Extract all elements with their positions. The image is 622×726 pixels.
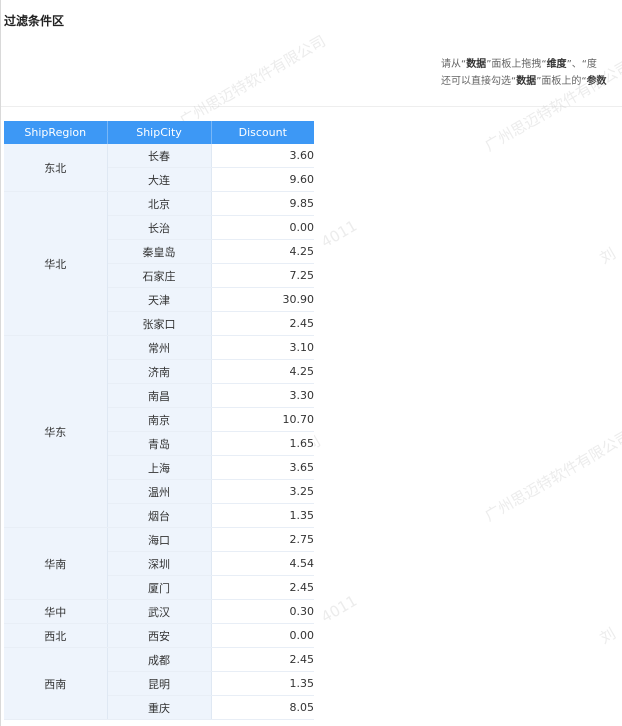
column-header-discount[interactable]: Discount: [211, 121, 314, 144]
table-row: 华东 常州 3.10: [4, 335, 314, 528]
city-cell[interactable]: 青岛: [107, 431, 212, 456]
city-cell[interactable]: 厦门: [107, 575, 212, 600]
discount-cell[interactable]: 9.60: [211, 167, 314, 192]
region-cell[interactable]: 华东: [4, 335, 108, 528]
discount-cell[interactable]: 1.65: [211, 431, 314, 456]
city-cell[interactable]: 温州: [107, 479, 212, 504]
city-cell[interactable]: 大连: [107, 167, 212, 192]
city-cell[interactable]: 天津: [107, 287, 212, 312]
city-cell[interactable]: 长治: [107, 215, 212, 240]
city-cell[interactable]: 南昌: [107, 383, 212, 408]
discount-cell[interactable]: 4.25: [211, 359, 314, 384]
region-cell[interactable]: 华中: [4, 599, 108, 624]
hint-line-2: 还可以直接勾选“数据”面板上的“参数: [441, 76, 607, 87]
discount-cell[interactable]: 4.25: [211, 239, 314, 264]
table-row: 西北 西安 0.00: [4, 623, 314, 648]
filter-divider: [1, 106, 622, 107]
left-border: [0, 0, 1, 726]
city-cell[interactable]: 张家口: [107, 311, 212, 336]
hint-line-1: 请从“数据”面板上拖拽“维度”、“度: [441, 59, 597, 70]
city-cell[interactable]: 上海: [107, 455, 212, 480]
city-cell[interactable]: 深圳: [107, 551, 212, 576]
discount-cell[interactable]: 7.25: [211, 263, 314, 288]
city-cell[interactable]: 昆明: [107, 671, 212, 696]
region-cell[interactable]: 华北: [4, 191, 108, 336]
region-cell[interactable]: 东北: [4, 144, 108, 192]
region-cell[interactable]: 华南: [4, 527, 108, 600]
table-row: 华北 北京 9.85: [4, 191, 314, 336]
city-cell[interactable]: 武汉: [107, 599, 212, 624]
table-body: 东北 长春 3.60 大连 9.60 华北 北京 9.85 长治 0.00 秦皇岛 4.25 石家庄 7.…: [4, 144, 314, 720]
city-cell[interactable]: 济南: [107, 359, 212, 384]
discount-cell[interactable]: 0.30: [211, 599, 314, 624]
filter-area-title: 过滤条件区: [4, 14, 65, 28]
watermark: 广州思迈特软件有限公司: [176, 31, 329, 130]
city-cell[interactable]: 北京: [107, 191, 212, 216]
watermark: 4011: [318, 591, 361, 627]
city-cell[interactable]: 长春: [107, 144, 212, 168]
discount-cell[interactable]: 10.70: [211, 407, 314, 432]
city-cell[interactable]: 成都: [107, 647, 212, 672]
city-cell[interactable]: 秦皇岛: [107, 239, 212, 264]
watermark: 刘: [596, 244, 619, 268]
discount-cell[interactable]: 1.35: [211, 671, 314, 696]
watermark: 4011: [318, 216, 361, 252]
city-cell[interactable]: 重庆: [107, 695, 212, 720]
discount-cell[interactable]: 1.35: [211, 503, 314, 528]
city-cell[interactable]: 西安: [107, 623, 212, 648]
region-cell[interactable]: 西北: [4, 623, 108, 648]
discount-cell[interactable]: 4.54: [211, 551, 314, 576]
table-row: 华南 海口 2.75: [4, 527, 314, 600]
table-row: 东北 长春 3.60: [4, 144, 314, 192]
city-cell[interactable]: 常州: [107, 335, 212, 360]
discount-cell[interactable]: 30.90: [211, 287, 314, 312]
watermark: 广州思迈特软件有限公司: [481, 426, 622, 525]
discount-cell[interactable]: 9.85: [211, 191, 314, 216]
city-cell[interactable]: 烟台: [107, 503, 212, 528]
discount-cell[interactable]: 3.25: [211, 479, 314, 504]
column-header-shipregion[interactable]: ShipRegion: [4, 121, 108, 144]
discount-cell[interactable]: 2.45: [211, 647, 314, 672]
discount-cell[interactable]: 0.00: [211, 623, 314, 648]
data-table: ShipRegion ShipCity Discount 东北 长春 3.60 大连 9…: [4, 121, 314, 720]
discount-cell[interactable]: 3.10: [211, 335, 314, 360]
discount-cell[interactable]: 2.75: [211, 527, 314, 552]
table-header-row: ShipRegion ShipCity Discount: [4, 121, 314, 144]
discount-cell[interactable]: 0.00: [211, 215, 314, 240]
discount-cell[interactable]: 3.30: [211, 383, 314, 408]
discount-cell[interactable]: 8.05: [211, 695, 314, 720]
city-cell[interactable]: 石家庄: [107, 263, 212, 288]
discount-cell[interactable]: 3.65: [211, 455, 314, 480]
table-row: 西南 成都 2.45: [4, 647, 314, 720]
watermark: 刘: [596, 624, 619, 648]
discount-cell[interactable]: 2.45: [211, 575, 314, 600]
city-cell[interactable]: 南京: [107, 407, 212, 432]
region-cell[interactable]: 西南: [4, 647, 108, 720]
discount-cell[interactable]: 2.45: [211, 311, 314, 336]
city-cell[interactable]: 海口: [107, 527, 212, 552]
column-header-shipcity[interactable]: ShipCity: [107, 121, 212, 144]
discount-cell[interactable]: 3.60: [211, 144, 314, 168]
table-row: 华中 武汉 0.30: [4, 599, 314, 624]
